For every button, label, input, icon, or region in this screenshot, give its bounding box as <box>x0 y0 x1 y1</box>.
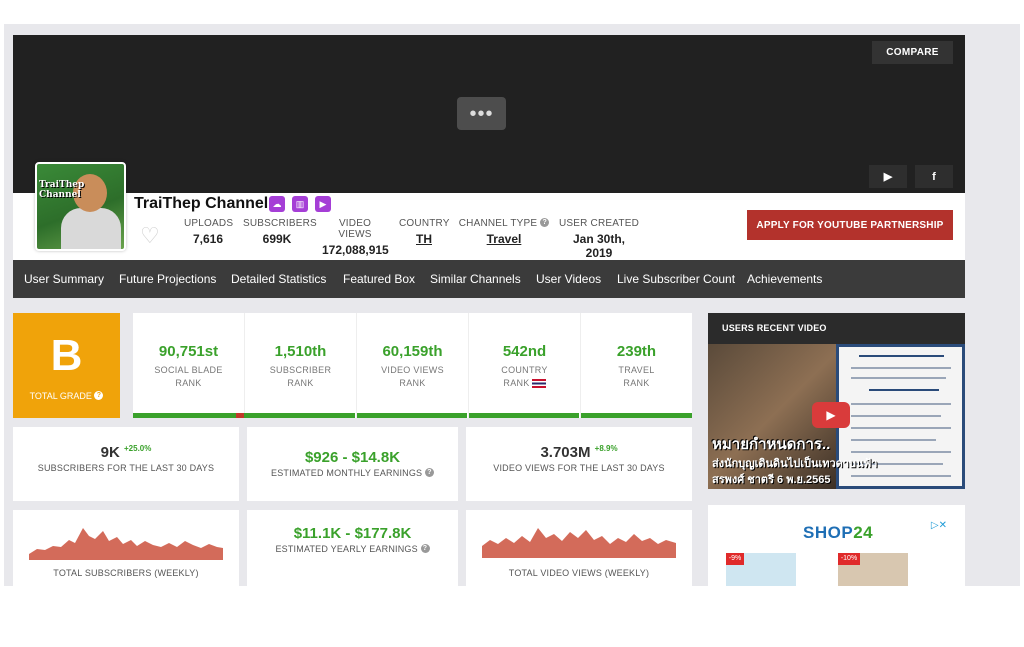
help-icon[interactable]: ? <box>420 544 430 553</box>
nav-future-projections[interactable]: Future Projections <box>119 260 216 298</box>
stat-user-created: USER CREATED Jan 30th, 2019 <box>558 218 639 260</box>
play-icon[interactable]: ▶ <box>812 402 850 428</box>
views-sparkline <box>482 528 676 558</box>
rank-subscriber: 1,510th SUBSCRIBER RANK <box>245 313 357 418</box>
monthly-earnings-value: $926 - $14.8K <box>304 449 401 466</box>
grade-label: TOTAL GRADE ? <box>13 391 120 401</box>
compare-button[interactable]: COMPARE <box>872 41 953 64</box>
rank-bar <box>245 413 355 418</box>
ad-discount-badge: -9% <box>726 553 744 565</box>
subscribers-30-days-label: SUBSCRIBERS FOR THE LAST 30 DAYS <box>37 463 215 473</box>
rank-video-views: 60,159th VIDEO VIEWS RANK <box>357 313 469 418</box>
ad-discount-badge: -10% <box>838 553 860 565</box>
total-subscribers-weekly-card: TOTAL SUBSCRIBERS (WEEKLY) <box>13 510 239 586</box>
nav-detailed-statistics[interactable]: Detailed Statistics <box>231 260 326 298</box>
recent-video-thumbnail[interactable]: ▶ หมายกำหนดการ.. ส่งนักบุญเดินดินไปเป็นเ… <box>708 344 965 489</box>
recent-video-title: หมายกำหนดการ.. <box>712 436 831 453</box>
yearly-earnings-label: ESTIMATED YEARLY EARNINGS <box>275 544 418 554</box>
total-grade-box: B TOTAL GRADE ? <box>13 313 120 418</box>
stat-subscribers: SUBSCRIBERS 699K <box>243 218 317 246</box>
avatar-logo-text: TraiThep Channel <box>39 180 85 200</box>
favorite-heart-icon[interactable]: ♡ <box>140 225 160 247</box>
yearly-earnings-card: $11.1K - $177.8K ESTIMATED YEARLY EARNIN… <box>247 510 458 586</box>
nav-achievements[interactable]: Achievements <box>747 260 822 298</box>
rank-country: 542nd COUNTRY RANK <box>469 313 581 418</box>
nav-live-subscriber-count[interactable]: Live Subscriber Count <box>617 260 735 298</box>
advertisement[interactable]: SHOP24 ▷✕ -9% -10% <box>708 505 965 586</box>
total-views-weekly-label: TOTAL VIDEO VIEWS (WEEKLY) <box>508 568 650 578</box>
channel-name: TraiThep Channel <box>134 195 269 212</box>
views-30-days-change: +8.9% <box>594 444 618 453</box>
ad-product-tile[interactable]: -10% <box>838 553 908 586</box>
stat-video-views: VIDEO VIEWS 172,088,915 <box>322 218 389 257</box>
apply-partnership-button[interactable]: APPLY FOR YOUTUBE PARTNERSHIP <box>747 210 953 240</box>
video-badge-icon[interactable]: ▶ <box>315 196 331 212</box>
total-views-weekly-card: TOTAL VIDEO VIEWS (WEEKLY) <box>466 510 692 586</box>
nav-user-summary[interactable]: User Summary <box>24 260 104 298</box>
rank-bar-marker <box>236 413 244 418</box>
rank-bar <box>581 413 692 418</box>
nav-user-videos[interactable]: User Videos <box>536 260 601 298</box>
recent-video-heading: USERS RECENT VIDEO <box>708 313 965 344</box>
recent-video-date: สรพงศ์ ชาตรี 6 พ.ย.2565 <box>712 474 831 486</box>
rank-bar <box>469 413 579 418</box>
nav-similar-channels[interactable]: Similar Channels <box>430 260 521 298</box>
rank-travel: 239th TRAVEL RANK <box>581 313 692 418</box>
subscribers-sparkline <box>29 528 223 560</box>
help-icon[interactable]: ? <box>540 218 550 227</box>
ad-logo: SHOP24 <box>803 523 874 542</box>
subscribers-30-days-card: 9K +25.0% SUBSCRIBERS FOR THE LAST 30 DA… <box>13 427 239 501</box>
cloud-badge-icon[interactable]: ☁ <box>269 196 285 212</box>
rank-bar <box>133 413 245 418</box>
total-subscribers-weekly-label: TOTAL SUBSCRIBERS (WEEKLY) <box>53 568 199 578</box>
views-30-days-label: VIDEO VIEWS FOR THE LAST 30 DAYS <box>493 463 665 473</box>
help-icon[interactable]: ? <box>424 468 434 477</box>
subscribers-30-days-change: +25.0% <box>124 444 152 453</box>
views-30-days-value: 3.703M <box>540 444 591 461</box>
rank-panel: 90,751st SOCIAL BLADE RANK 1,510th SUBSCR… <box>133 313 692 418</box>
nav-featured-box[interactable]: Featured Box <box>343 260 415 298</box>
grade-letter: B <box>50 331 83 380</box>
views-30-days-card: 3.703M +8.9% VIDEO VIEWS FOR THE LAST 30… <box>466 427 692 501</box>
help-icon[interactable]: ? <box>94 391 104 400</box>
section-nav: User Summary Future Projections Detailed… <box>13 260 965 298</box>
yearly-earnings-value: $11.1K - $177.8K <box>293 525 412 542</box>
thailand-flag-icon <box>531 379 546 389</box>
more-options-button[interactable]: ••• <box>457 97 506 130</box>
monthly-earnings-label: ESTIMATED MONTHLY EARNINGS <box>271 468 423 478</box>
chart-badge-icon[interactable]: ▥ <box>292 196 308 212</box>
country-link[interactable]: TH <box>399 232 449 246</box>
subscribers-30-days-value: 9K <box>100 444 120 461</box>
facebook-icon[interactable]: f <box>915 165 953 188</box>
stat-uploads: UPLOADS 7,616 <box>184 218 234 246</box>
stat-country: COUNTRY TH <box>399 218 450 246</box>
monthly-earnings-card: $926 - $14.8K ESTIMATED MONTHLY EARNINGS… <box>247 427 458 501</box>
stat-channel-type: CHANNEL TYPE ? Travel <box>458 218 550 246</box>
ad-product-tile[interactable]: -9% <box>726 553 796 586</box>
channel-type-link[interactable]: Travel <box>458 232 550 246</box>
ad-choices-icon[interactable]: ▷✕ <box>931 520 947 531</box>
channel-avatar[interactable]: TraiThep Channel <box>35 162 126 251</box>
youtube-icon[interactable]: ▶ <box>869 165 907 188</box>
rank-social-blade: 90,751st SOCIAL BLADE RANK <box>133 313 245 418</box>
rank-bar <box>357 413 467 418</box>
